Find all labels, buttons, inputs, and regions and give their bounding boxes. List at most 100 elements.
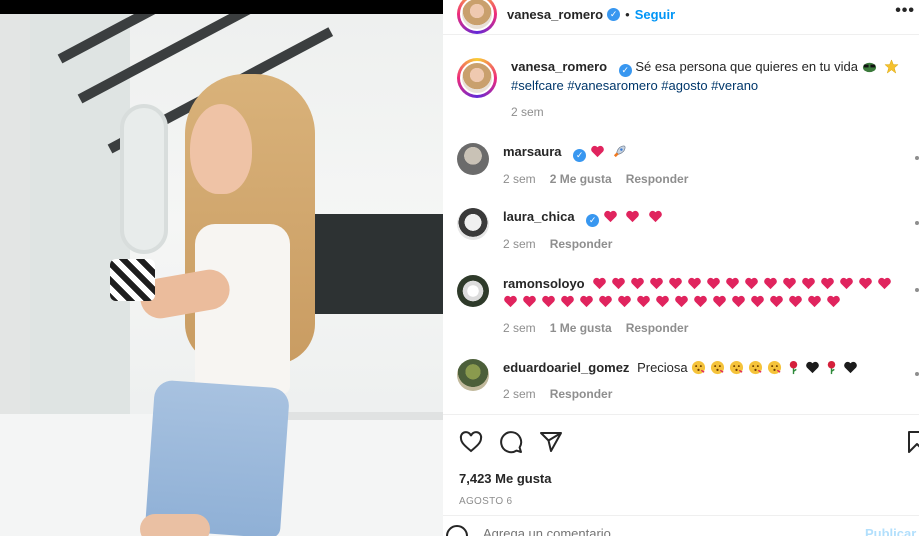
heart-emoji-icon — [592, 276, 611, 291]
comment-options-icon[interactable] — [915, 156, 919, 160]
reply-button[interactable]: Responder — [626, 321, 689, 335]
heart-emoji-icon — [801, 276, 820, 291]
comment-item: ramonsoloyo 2 sem 1 Me gusta Responder — [457, 275, 903, 335]
comment-item: eduardoariel_gomez Preciosa 2 sem Respon… — [457, 359, 903, 401]
heart-emoji-icon — [744, 276, 763, 291]
heart-emoji-icon — [503, 294, 522, 309]
photo-scene — [0, 14, 443, 536]
paper-plane-icon[interactable] — [539, 430, 563, 457]
heart-emoji-icon — [522, 294, 541, 309]
comment-username[interactable]: eduardoariel_gomez — [503, 360, 629, 375]
comment-likes[interactable]: 2 Me gusta — [550, 172, 612, 186]
comment-item: marsaura ✓ 2 sem 2 Me gusta Responder — [457, 143, 903, 186]
caption-meta: 2 sem — [511, 105, 911, 119]
kiss-face-emoji-icon — [691, 360, 710, 375]
post-photo[interactable] — [0, 0, 443, 536]
caption-username[interactable]: vanesa_romero — [511, 59, 607, 74]
heart-emoji-icon — [611, 276, 630, 291]
comment-time: 2 sem — [503, 321, 536, 335]
caption: vanesa_romero ✓ Sé esa persona que quier… — [457, 58, 911, 119]
caption-avatar[interactable] — [457, 58, 497, 98]
caption-text: vanesa_romero ✓ Sé esa persona que quier… — [511, 58, 911, 95]
rose-emoji-icon — [786, 360, 805, 375]
heart-emoji-icon — [590, 144, 609, 159]
sunglasses-emoji-icon — [862, 59, 885, 74]
heart-emoji-icon — [636, 294, 655, 309]
author-avatar[interactable] — [457, 0, 497, 34]
heart-emoji-icon — [598, 294, 617, 309]
person-shorts — [144, 379, 291, 536]
more-options-icon[interactable]: ••• — [895, 2, 915, 20]
comment-avatar[interactable] — [457, 143, 489, 175]
verified-badge-icon: ✓ — [586, 213, 600, 227]
verified-badge-icon: ✓ — [607, 7, 621, 21]
publish-button[interactable]: Publicar — [865, 526, 916, 536]
bookmark-icon[interactable] — [905, 430, 919, 457]
kiss-face-emoji-icon — [710, 360, 729, 375]
comment-item: laura_chica ✓ 2 sem Responder — [457, 208, 903, 251]
comment-username[interactable]: marsaura — [503, 144, 562, 159]
kiss-face-emoji-icon — [748, 360, 767, 375]
heart-emoji-icon — [858, 276, 877, 291]
likes-count[interactable]: 7,423 Me gusta — [459, 471, 552, 486]
heart-emoji-icon — [750, 294, 769, 309]
comment-input[interactable] — [483, 526, 783, 536]
person-leg — [140, 514, 210, 536]
reply-button[interactable]: Responder — [626, 172, 689, 186]
verified-badge-icon: ✓ — [573, 148, 587, 162]
post-header: vanesa_romero ✓ • Seguir — [457, 0, 675, 34]
comment-text: Preciosa — [637, 360, 688, 375]
mug — [110, 259, 155, 301]
heart-emoji-icon — [763, 276, 782, 291]
comment-options-icon[interactable] — [915, 372, 919, 376]
heart-emoji-icon — [693, 294, 712, 309]
comment-options-icon[interactable] — [915, 288, 919, 292]
verified-badge-icon: ✓ — [618, 63, 632, 77]
comment-avatar[interactable] — [457, 275, 489, 307]
star-emoji-icon — [884, 59, 903, 74]
heart-emoji-icon — [725, 276, 744, 291]
rocket-emoji-icon — [612, 144, 631, 159]
heart-emoji-icon — [769, 294, 788, 309]
header-divider — [443, 34, 919, 35]
heart-emoji-icon — [649, 276, 668, 291]
comment-options-icon[interactable] — [915, 221, 919, 225]
heart-emoji-icon — [807, 294, 826, 309]
comment-avatar[interactable] — [457, 359, 489, 391]
follow-button[interactable]: Seguir — [635, 7, 675, 22]
emoji-row — [691, 360, 862, 375]
heart-emoji-icon — [630, 276, 649, 291]
comment-username[interactable]: ramonsoloyo — [503, 276, 585, 291]
rose-emoji-icon — [824, 360, 843, 375]
heart-emoji-icon — [617, 294, 636, 309]
post-date: AGOSTO 6 — [459, 496, 513, 507]
comment-avatar[interactable] — [457, 208, 489, 240]
black-heart-emoji-icon — [805, 360, 824, 375]
heart-emoji-icon — [788, 294, 807, 309]
heart-emoji-icon — [648, 209, 667, 224]
heart-emoji-icon — [655, 294, 674, 309]
heart-emoji-icon — [603, 209, 622, 224]
comment-time: 2 sem — [503, 171, 536, 186]
comment-time: 2 sem — [503, 236, 536, 251]
person-face — [190, 104, 252, 194]
black-heart-emoji-icon — [843, 360, 862, 375]
comment-username[interactable]: laura_chica — [503, 209, 575, 224]
heart-emoji-icon — [625, 209, 644, 224]
post-panel: vanesa_romero ✓ • Seguir ••• vanesa_rome… — [443, 0, 919, 536]
heart-emoji-icon — [839, 276, 858, 291]
caption-hashtags[interactable]: #selfcare #vanesaromero #agosto #verano — [511, 78, 758, 93]
reply-button[interactable]: Responder — [550, 237, 613, 251]
heart-emoji-icon — [820, 276, 839, 291]
author-username[interactable]: vanesa_romero — [507, 7, 603, 22]
caption-time: 2 sem — [511, 104, 544, 119]
scene-mirror — [120, 104, 168, 254]
kiss-face-emoji-icon — [767, 360, 786, 375]
heart-emoji-icon — [706, 276, 725, 291]
heart-emoji-icon — [579, 294, 598, 309]
comment-icon[interactable] — [499, 430, 523, 457]
comment-likes[interactable]: 1 Me gusta — [550, 321, 612, 335]
heart-icon[interactable] — [459, 430, 483, 457]
heart-emoji-icon — [668, 276, 687, 291]
reply-button[interactable]: Responder — [550, 387, 613, 401]
